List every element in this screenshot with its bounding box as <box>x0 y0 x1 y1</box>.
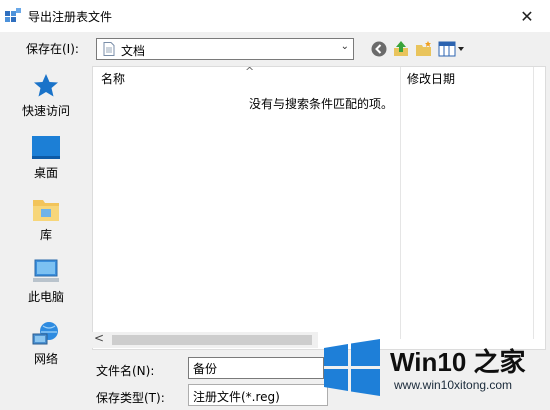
title-bar: 导出注册表文件 ✕ <box>0 0 550 32</box>
view-menu-icon[interactable] <box>438 40 466 58</box>
toolbar: 保存在(I): 文档 ⌄ <box>0 32 550 66</box>
location-combobox[interactable]: 文档 ⌄ <box>96 38 354 60</box>
filename-label: 文件名(N): <box>96 364 155 378</box>
scroll-left-icon[interactable]: < <box>94 331 104 345</box>
places-bar: 快速访问 桌面 库 此电脑 网络 <box>0 66 92 376</box>
filetype-select[interactable]: 注册文件(*.reg) <box>188 384 328 406</box>
sort-ascending-icon: ^ <box>245 65 255 78</box>
scrollbar-thumb[interactable] <box>112 335 312 345</box>
star-icon <box>34 74 58 97</box>
horizontal-scrollbar[interactable]: < <box>92 331 318 348</box>
place-quick-access[interactable]: 快速访问 <box>0 72 92 132</box>
empty-list-message: 没有与搜索条件匹配的项。 <box>249 97 394 111</box>
column-header-name[interactable]: 名称 <box>101 67 125 91</box>
watermark-url: www.win10xitong.com <box>394 378 513 392</box>
filetype-label: 保存类型(T): <box>96 391 165 405</box>
filename-input[interactable] <box>188 357 324 379</box>
computer-icon <box>33 259 59 282</box>
place-label: 快速访问 <box>21 104 70 118</box>
place-label: 此电脑 <box>27 290 64 304</box>
close-icon: ✕ <box>520 6 534 26</box>
place-desktop[interactable]: 桌面 <box>0 134 92 194</box>
watermark-logo: Win10 之家 www.win10xitong.com <box>318 332 550 410</box>
place-this-pc[interactable]: 此电脑 <box>0 258 92 318</box>
chevron-down-icon: ⌄ <box>340 41 349 52</box>
file-list[interactable]: 名称 ^ 修改日期 没有与搜索条件匹配的项。 <box>92 65 546 350</box>
window-title: 导出注册表文件 <box>28 10 113 24</box>
place-library[interactable]: 库 <box>0 196 92 256</box>
registry-icon <box>5 8 21 22</box>
column-separator <box>533 67 534 339</box>
save-in-label: 保存在(I): <box>26 42 79 56</box>
up-folder-icon[interactable] <box>392 40 410 58</box>
place-label: 网络 <box>33 352 58 366</box>
place-label: 库 <box>39 228 52 242</box>
location-value: 文档 <box>121 44 146 58</box>
column-header-modified[interactable]: 修改日期 <box>407 67 455 91</box>
watermark-text: Win10 之家 <box>390 347 526 377</box>
document-icon <box>103 42 115 56</box>
close-button[interactable]: ✕ <box>504 0 550 32</box>
back-icon[interactable] <box>370 40 388 58</box>
windows-logo-icon <box>324 339 380 396</box>
library-folder-icon <box>33 200 59 221</box>
network-icon <box>32 322 58 345</box>
place-label: 桌面 <box>33 166 58 180</box>
place-network[interactable]: 网络 <box>0 320 92 380</box>
desktop-icon <box>32 136 60 159</box>
new-folder-icon[interactable] <box>415 40 433 58</box>
column-separator <box>400 67 401 339</box>
